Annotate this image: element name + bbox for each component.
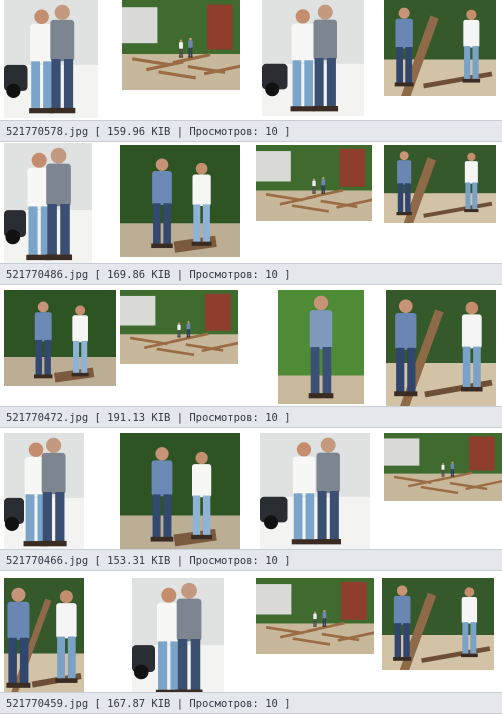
thumbnail-tile[interactable]: [116, 429, 251, 549]
thumbnail-tile[interactable]: [250, 143, 379, 263]
thumbnail-tile[interactable]: [378, 143, 502, 263]
gallery-row: 521770486.jpg [ 169.86 KIB | Просмотров:…: [0, 143, 502, 286]
photo-thumbnail[interactable]: [4, 0, 98, 118]
thumbnail-tile[interactable]: [250, 0, 379, 120]
thumbnail-tile[interactable]: [250, 572, 379, 692]
thumbnail-tile[interactable]: [0, 286, 117, 406]
photo-thumbnail[interactable]: [120, 290, 238, 364]
thumbnail-tile[interactable]: [0, 0, 117, 120]
gallery-row: 521770459.jpg [ 167.87 KIB | Просмотров:…: [0, 572, 502, 715]
views-count: 10: [265, 412, 278, 424]
file-info-caption: 521770578.jpg [ 159.96 KIB | Просмотров:…: [0, 120, 502, 142]
photo-thumbnail[interactable]: [382, 578, 494, 670]
photo-thumbnail[interactable]: [120, 433, 240, 549]
thumbnail-tile[interactable]: [0, 143, 117, 263]
photo-thumbnail[interactable]: [260, 433, 370, 549]
views-count: 10: [265, 126, 278, 138]
thumbnail-tile[interactable]: [250, 429, 379, 549]
thumbnail-tile[interactable]: [378, 0, 502, 120]
file-info-caption: 521770466.jpg [ 153.31 KIB | Просмотров:…: [0, 549, 502, 571]
thumbnail-tile[interactable]: [116, 143, 251, 263]
thumbnail-tile[interactable]: [250, 286, 379, 406]
file-name[interactable]: 521770486.jpg: [6, 269, 88, 281]
file-size: 191.13 KIB: [107, 412, 171, 424]
thumbnail-tile[interactable]: [378, 286, 502, 406]
thumbnail-tile[interactable]: [116, 286, 251, 406]
file-size: 159.96 KIB: [107, 126, 171, 138]
views-label: Просмотров:: [189, 555, 259, 567]
file-name[interactable]: 521770466.jpg: [6, 555, 88, 567]
file-name[interactable]: 521770472.jpg: [6, 412, 88, 424]
gallery-row: 521770466.jpg [ 153.31 KIB | Просмотров:…: [0, 429, 502, 572]
views-label: Просмотров:: [189, 698, 259, 710]
thumbnail-tile[interactable]: [378, 572, 502, 692]
file-name[interactable]: 521770459.jpg: [6, 698, 88, 710]
file-name[interactable]: 521770578.jpg: [6, 126, 88, 138]
thumbnail-tile[interactable]: [0, 572, 117, 692]
views-count: 10: [265, 269, 278, 281]
file-info-caption: 521770486.jpg [ 169.86 KIB | Просмотров:…: [0, 263, 502, 285]
photo-thumbnail[interactable]: [122, 0, 240, 90]
views-count: 10: [265, 555, 278, 567]
file-info-caption: 521770472.jpg [ 191.13 KIB | Просмотров:…: [0, 406, 502, 428]
photo-thumbnail[interactable]: [4, 143, 92, 263]
thumbnail-tile[interactable]: [378, 429, 502, 549]
thumbnail-tile[interactable]: [116, 0, 251, 120]
photo-thumbnail[interactable]: [262, 0, 364, 116]
file-size: 153.31 KIB: [107, 555, 171, 567]
views-label: Просмотров:: [189, 126, 259, 138]
photo-thumbnail[interactable]: [384, 145, 496, 223]
photo-thumbnail[interactable]: [4, 290, 116, 386]
views-count: 10: [265, 698, 278, 710]
gallery-row: 521770472.jpg [ 191.13 KIB | Просмотров:…: [0, 286, 502, 429]
views-label: Просмотров:: [189, 412, 259, 424]
photo-thumbnail[interactable]: [132, 578, 224, 692]
photo-thumbnail[interactable]: [256, 145, 372, 221]
file-size: 169.86 KIB: [107, 269, 171, 281]
file-size: 167.87 KIB: [107, 698, 171, 710]
gallery-row: 521770578.jpg [ 159.96 KIB | Просмотров:…: [0, 0, 502, 143]
thumbnail-tile[interactable]: [116, 572, 251, 692]
photo-thumbnail[interactable]: [120, 145, 240, 257]
photo-thumbnail[interactable]: [384, 0, 496, 96]
photo-thumbnail[interactable]: [4, 578, 84, 692]
thumbnail-tile[interactable]: [0, 429, 117, 549]
views-label: Просмотров:: [189, 269, 259, 281]
photo-thumbnail[interactable]: [4, 433, 84, 549]
file-info-caption: 521770459.jpg [ 167.87 KIB | Просмотров:…: [0, 692, 502, 714]
photo-thumbnail[interactable]: [384, 433, 502, 501]
photo-thumbnail[interactable]: [256, 578, 374, 654]
photo-thumbnail[interactable]: [278, 290, 364, 404]
photo-thumbnail[interactable]: [386, 290, 496, 406]
